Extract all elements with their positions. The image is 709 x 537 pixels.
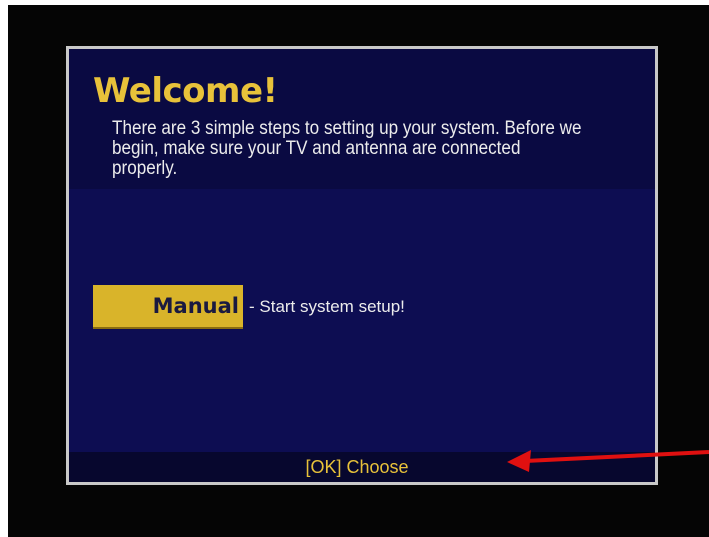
tv-screen: Welcome! There are 3 simple steps to set… (8, 5, 709, 537)
manual-description: - Start system setup! (249, 297, 405, 316)
footer-hint: [OK] Choose (305, 457, 409, 477)
welcome-dialog: Welcome! There are 3 simple steps to set… (66, 46, 658, 485)
manual-button[interactable]: Manual (93, 285, 243, 329)
intro-text: There are 3 simple steps to setting up y… (112, 118, 582, 179)
dialog-title: Welcome! (93, 71, 278, 111)
menu-row: Manual - Start system setup! (93, 285, 405, 329)
